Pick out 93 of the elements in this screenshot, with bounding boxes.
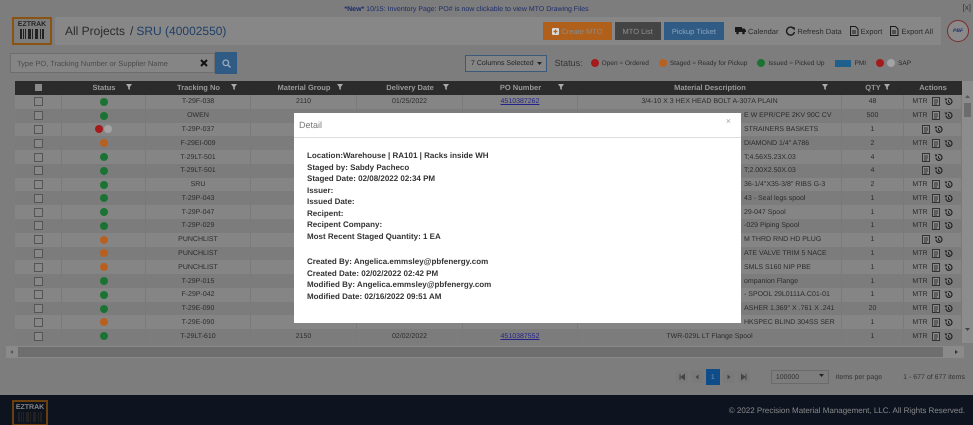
history-icon[interactable] bbox=[944, 332, 953, 341]
history-icon[interactable] bbox=[944, 262, 953, 272]
caret-icon bbox=[536, 62, 542, 64]
history-icon[interactable] bbox=[934, 152, 943, 162]
caret-icon bbox=[818, 374, 824, 377]
document-icon[interactable] bbox=[932, 304, 940, 314]
row-checkbox[interactable] bbox=[34, 194, 42, 203]
row-checkbox[interactable] bbox=[34, 208, 42, 217]
history-icon[interactable] bbox=[944, 97, 953, 106]
document-icon[interactable] bbox=[932, 276, 940, 286]
detail-line: Location:Warehouse | RA101 | Racks inside WH bbox=[307, 150, 490, 162]
document-icon[interactable] bbox=[922, 124, 930, 134]
history-icon[interactable] bbox=[944, 138, 953, 148]
breadcrumb-separator: / bbox=[130, 24, 134, 38]
dialog-title: Detail bbox=[299, 120, 322, 130]
close-button[interactable]: × bbox=[726, 116, 731, 126]
row-checkbox[interactable] bbox=[34, 152, 42, 162]
status-label: Status: bbox=[554, 58, 583, 68]
detail-line: Created By: Angelica.emmsley@pbfenergy.com bbox=[307, 256, 490, 268]
detail-line: Staged Date: 02/08/2022 02:34 PM bbox=[307, 173, 436, 184]
history-icon[interactable] bbox=[944, 194, 953, 203]
filter-icon[interactable] bbox=[884, 84, 890, 90]
row-checkbox[interactable] bbox=[34, 124, 42, 134]
detail-line: Recipent Company: bbox=[307, 219, 384, 230]
document-icon[interactable] bbox=[932, 262, 940, 272]
detail-line: Most Recent Staged Quantity: 1 EA bbox=[307, 230, 442, 242]
truck-icon bbox=[735, 26, 746, 36]
search-button[interactable] bbox=[215, 52, 237, 74]
detail-line: Recipent: bbox=[307, 208, 344, 219]
document-icon[interactable] bbox=[932, 221, 940, 230]
row-checkbox[interactable] bbox=[34, 332, 42, 341]
document-icon[interactable] bbox=[932, 138, 940, 148]
select-all-checkbox[interactable] bbox=[35, 84, 42, 92]
document-icon[interactable] bbox=[932, 208, 940, 217]
document-icon[interactable] bbox=[932, 111, 940, 120]
refresh-icon bbox=[785, 26, 796, 36]
document-icon[interactable] bbox=[922, 235, 930, 244]
document-icon[interactable] bbox=[932, 332, 940, 341]
row-checkbox[interactable] bbox=[34, 276, 42, 286]
history-icon[interactable] bbox=[944, 208, 953, 217]
row-checkbox[interactable] bbox=[34, 318, 42, 327]
document-icon[interactable] bbox=[932, 180, 940, 190]
history-icon[interactable] bbox=[944, 111, 953, 120]
history-icon[interactable] bbox=[944, 276, 953, 286]
detail-line: Modified Date: 02/16/2022 09:51 AM bbox=[307, 290, 442, 302]
plus-icon bbox=[552, 28, 560, 34]
row-checkbox[interactable] bbox=[34, 290, 42, 300]
breadcrumb-project[interactable]: SRU (40002550) bbox=[136, 24, 226, 38]
document-icon[interactable] bbox=[932, 290, 940, 300]
row-checkbox[interactable] bbox=[34, 138, 42, 148]
history-icon[interactable] bbox=[934, 124, 943, 134]
row-checkbox[interactable] bbox=[34, 235, 42, 244]
file-icon bbox=[848, 26, 859, 36]
detail-line: Created Date: 02/02/2022 02:42 PM bbox=[307, 268, 440, 279]
filter-icon[interactable] bbox=[822, 84, 828, 90]
document-icon[interactable] bbox=[922, 166, 930, 176]
detail-line: Issuer: bbox=[307, 184, 334, 196]
filter-icon[interactable] bbox=[126, 84, 132, 90]
row-checkbox[interactable] bbox=[34, 111, 42, 120]
history-icon[interactable] bbox=[934, 235, 943, 244]
filter-icon[interactable] bbox=[337, 84, 343, 90]
history-icon[interactable] bbox=[934, 166, 943, 176]
history-icon[interactable] bbox=[944, 180, 953, 190]
filter-icon[interactable] bbox=[231, 84, 237, 90]
copyright-text: © 2022 Precision Material Management, LLC. All Rights Reserved. bbox=[728, 406, 965, 414]
search-icon bbox=[222, 58, 230, 68]
history-icon[interactable] bbox=[944, 304, 953, 314]
row-checkbox[interactable] bbox=[34, 304, 42, 314]
history-icon[interactable] bbox=[944, 221, 953, 230]
row-checkbox[interactable] bbox=[34, 262, 42, 272]
document-icon[interactable] bbox=[932, 248, 940, 258]
history-icon[interactable] bbox=[944, 248, 953, 258]
filter-icon[interactable] bbox=[558, 84, 564, 90]
row-checkbox[interactable] bbox=[34, 248, 42, 258]
history-icon[interactable] bbox=[944, 318, 953, 327]
detail-line: Staged by: Sabdy Pacheco bbox=[307, 162, 410, 173]
row-checkbox[interactable] bbox=[34, 221, 42, 230]
row-checkbox[interactable] bbox=[34, 180, 42, 190]
filter-icon[interactable] bbox=[443, 84, 449, 90]
file-icon bbox=[889, 26, 900, 36]
breadcrumb-link[interactable]: All Projects bbox=[65, 24, 126, 38]
history-icon[interactable] bbox=[944, 290, 953, 300]
row-checkbox[interactable] bbox=[34, 166, 42, 176]
row-checkbox[interactable] bbox=[34, 97, 42, 106]
close-link[interactable]: [x] bbox=[962, 3, 971, 12]
document-icon[interactable] bbox=[932, 194, 940, 203]
detail-line: Modified By: Angelica.emmsley@pbfenergy.com bbox=[307, 279, 492, 290]
clear-icon bbox=[200, 59, 208, 67]
document-icon[interactable] bbox=[932, 97, 940, 106]
document-icon[interactable] bbox=[932, 318, 940, 327]
barcode-icon bbox=[20, 29, 44, 39]
detail-line: Issued Date: bbox=[307, 196, 356, 208]
document-icon[interactable] bbox=[922, 152, 930, 162]
